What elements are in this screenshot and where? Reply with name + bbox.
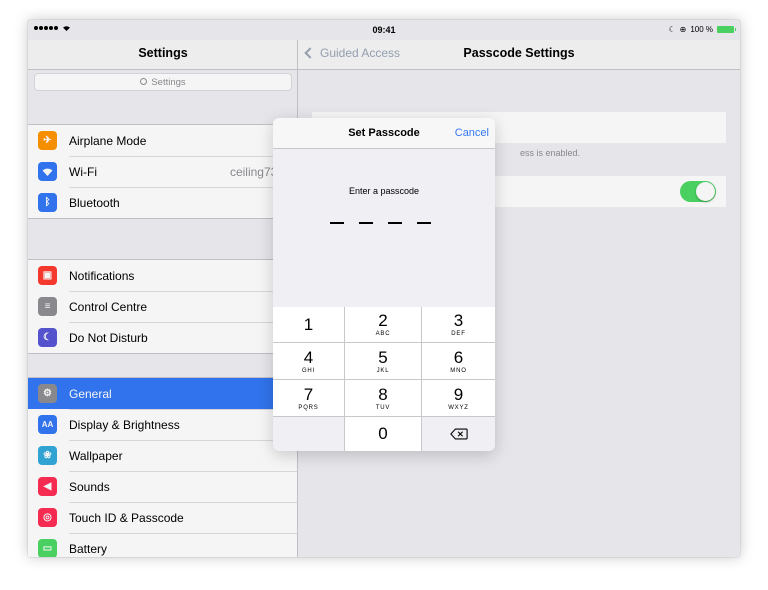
- passcode-digit-slot: [417, 222, 431, 224]
- keypad-key-4[interactable]: 4 GHI: [273, 343, 345, 380]
- numeric-keypad: 1 2 ABC 3 DEF 4 GHI 5 JKL 6 MNO 7 PQRS 8 TUV 9W…: [273, 307, 495, 451]
- keypad-blank: [273, 417, 345, 451]
- passcode-entry-field[interactable]: [330, 222, 431, 224]
- keypad-key-2[interactable]: 2 ABC: [345, 307, 422, 343]
- passcode-digit-slot: [388, 222, 402, 224]
- keypad-key-0[interactable]: 0: [345, 417, 422, 451]
- set-passcode-dialog: Set Passcode Cancel Enter a passcode 1 2…: [273, 118, 495, 451]
- passcode-prompt: Enter a passcode: [348, 186, 420, 196]
- keypad-key-7[interactable]: 7 PQRS: [273, 380, 345, 417]
- passcode-digit-slot: [330, 222, 344, 224]
- keypad-key-3[interactable]: 3 DEF: [422, 307, 495, 343]
- passcode-digit-slot: [359, 222, 373, 224]
- keypad-delete-button[interactable]: [422, 417, 495, 451]
- cancel-button[interactable]: Cancel: [455, 127, 489, 139]
- ipad-screen: 09:41 ☾ ⊕ 100 % Settings Settings ✈ Airp…: [28, 20, 740, 557]
- keypad-key-9[interactable]: 9 WXYZ: [422, 380, 495, 417]
- keypad-key-1[interactable]: 1: [273, 307, 345, 343]
- keypad-key-6[interactable]: 6 MNO: [422, 343, 495, 380]
- backspace-icon: [449, 428, 468, 440]
- keypad-key-8[interactable]: 8 TUV: [345, 380, 422, 417]
- keypad-key-5[interactable]: 5 JKL: [345, 343, 422, 380]
